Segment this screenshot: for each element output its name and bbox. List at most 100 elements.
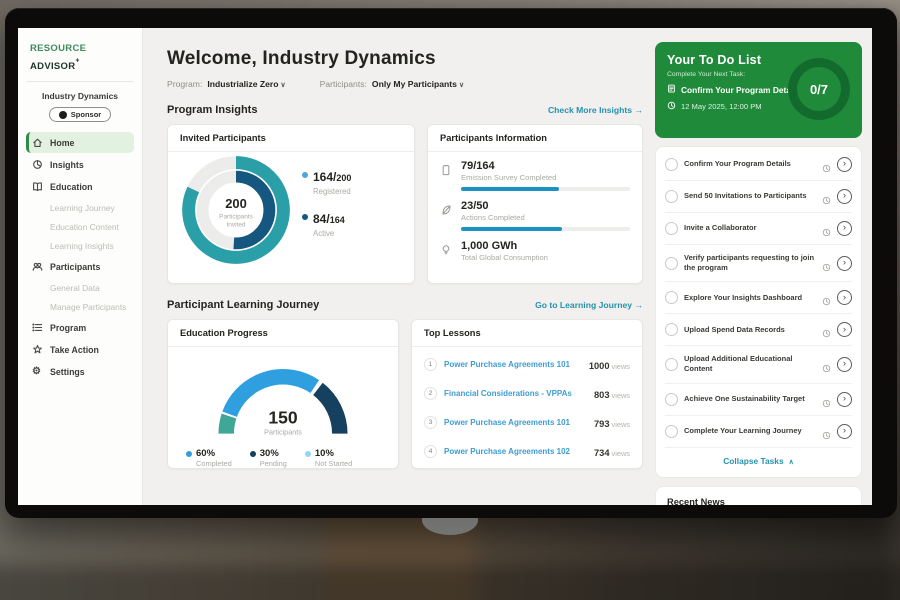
- task-row-upload-spend-data[interactable]: Upload Spend Data Records: [665, 314, 852, 346]
- lesson-link[interactable]: Power Purchase Agreements 101: [444, 360, 582, 369]
- sidebar-item-education[interactable]: Education: [26, 176, 134, 197]
- task-row-explore-insights[interactable]: Explore Your Insights Dashboard: [665, 282, 852, 314]
- svg-text:Invited: Invited: [226, 222, 245, 229]
- sidebar-item-insights[interactable]: Insights: [26, 154, 134, 175]
- completed-dot-icon: [186, 451, 192, 457]
- participants-information-card: Participants Information 79/164 Emission…: [427, 124, 643, 284]
- survey-clipboard-icon: [440, 160, 453, 191]
- top-lessons-title: Top Lessons: [412, 320, 642, 347]
- rank-badge: 2: [424, 387, 437, 400]
- task-row-achieve-sustainability-target[interactable]: Achieve One Sustainability Target: [665, 384, 852, 416]
- sidebar-item-label: Home: [50, 138, 74, 148]
- consumption-row: 1,000 GWh Total Global Consumption: [440, 240, 630, 262]
- actions-completed-row: 23/50 Actions Completed: [440, 200, 630, 231]
- program-dropdown[interactable]: Industrialize Zero: [207, 79, 285, 89]
- education-gauge-chart: 150 Participants: [198, 351, 368, 446]
- task-chevron-button[interactable]: [837, 189, 852, 204]
- legend-completed: 60% Completed: [186, 448, 232, 468]
- task-checkbox[interactable]: [665, 190, 678, 203]
- sidebar-item-label: Settings: [50, 367, 85, 377]
- main-content: Welcome, Industry Dynamics Program: Indu…: [143, 28, 655, 505]
- check-more-insights-link[interactable]: Check More Insights →: [548, 105, 643, 115]
- logo-text-resource: RESOURCE: [30, 43, 86, 54]
- page-title: Welcome, Industry Dynamics: [167, 48, 643, 70]
- task-checkbox[interactable]: [665, 323, 678, 336]
- lesson-link[interactable]: Financial Considerations - VPPAs: [444, 389, 587, 398]
- sidebar-item-learning-journey[interactable]: Learning Journey: [26, 198, 134, 217]
- todo-panel: Your To Do List Complete Your Next Task:…: [655, 28, 872, 505]
- take-action-icon: [32, 344, 43, 355]
- lesson-link[interactable]: Power Purchase Agreements 101: [444, 418, 587, 427]
- task-row-confirm-program[interactable]: Confirm Your Program Details: [665, 149, 852, 181]
- lesson-link[interactable]: Power Purchase Agreements 102: [444, 447, 587, 456]
- logo-plus: +: [75, 58, 79, 65]
- clock-icon: [822, 293, 831, 302]
- clock-icon: [822, 395, 831, 404]
- pending-dot-icon: [250, 451, 256, 457]
- task-row-upload-educational-content[interactable]: Upload Additional Educational Content: [665, 346, 852, 383]
- task-checkbox[interactable]: [665, 158, 678, 171]
- not-started-dot-icon: [305, 451, 311, 457]
- education-progress-title: Education Progress: [168, 320, 398, 347]
- sidebar-item-home[interactable]: Home: [26, 132, 134, 153]
- sidebar-item-take-action[interactable]: Take Action: [26, 339, 134, 360]
- sidebar-item-manage-participants[interactable]: Manage Participants: [26, 297, 134, 316]
- task-list: Confirm Your Program Details Send 50 Inv…: [655, 146, 862, 478]
- task-chevron-button[interactable]: [837, 392, 852, 407]
- participants-filter: Participants: Only My Participants: [320, 79, 464, 89]
- task-row-send-invitations[interactable]: Send 50 Invitations to Participants: [665, 181, 852, 213]
- participants-information-title: Participants Information: [428, 125, 642, 152]
- invited-donut-chart: 200 Participants Invited: [180, 154, 292, 266]
- education-progress-card: Education Progress 150 Participants: [167, 319, 399, 469]
- sidebar-item-settings[interactable]: Settings: [26, 361, 134, 382]
- task-chevron-button[interactable]: [837, 424, 852, 439]
- emission-progress-bar: [461, 187, 630, 191]
- settings-gear-icon: [32, 366, 43, 377]
- sidebar-item-general-data[interactable]: General Data: [26, 278, 134, 297]
- participants-dropdown[interactable]: Only My Participants: [372, 79, 464, 89]
- gauge-center-value: 150: [268, 407, 298, 427]
- task-chevron-button[interactable]: [837, 290, 852, 305]
- task-checkbox[interactable]: [665, 257, 678, 270]
- background-desk-shadow: [0, 565, 900, 600]
- task-chevron-button[interactable]: [837, 256, 852, 271]
- clock-icon: [822, 360, 831, 369]
- sidebar-item-label: Participants: [50, 262, 100, 272]
- legend-registered: 164/200 Registered: [302, 168, 351, 196]
- sidebar-item-label: Education: [50, 182, 93, 192]
- task-chevron-button[interactable]: [837, 157, 852, 172]
- donut-legend: 164/200 Registered 84/164 Active: [302, 168, 351, 252]
- task-checkbox[interactable]: [665, 393, 678, 406]
- sidebar-item-label: Take Action: [50, 345, 99, 355]
- task-checkbox[interactable]: [665, 358, 678, 371]
- go-to-learning-journey-link[interactable]: Go to Learning Journey →: [535, 300, 643, 310]
- sidebar-item-learning-insights[interactable]: Learning Insights: [26, 236, 134, 255]
- task-chevron-button[interactable]: [837, 221, 852, 236]
- svg-text:Participants: Participants: [219, 214, 253, 221]
- legend-pending: 30% Pending: [250, 448, 287, 468]
- sponsor-icon: [59, 111, 67, 119]
- filter-bar: Program: Industrialize Zero Participants…: [167, 79, 643, 89]
- task-chevron-button[interactable]: [837, 357, 852, 372]
- lesson-row: 4 Power Purchase Agreements 102 734views: [424, 437, 630, 466]
- task-row-invite-collaborator[interactable]: Invite a Collaborator: [665, 213, 852, 245]
- clock-icon: [822, 325, 831, 334]
- sidebar-item-education-content[interactable]: Education Content: [26, 217, 134, 236]
- task-checkbox[interactable]: [665, 291, 678, 304]
- invited-participants-card: Invited Participants 200 Participants In…: [167, 124, 415, 284]
- task-chevron-button[interactable]: [837, 322, 852, 337]
- todo-due-date: 12 May 2025, 12:00 PM: [681, 102, 762, 111]
- task-row-complete-learning-journey[interactable]: Complete Your Learning Journey: [665, 416, 852, 448]
- sidebar-item-program[interactable]: Program: [26, 317, 134, 338]
- monitor-bezel: RESOURCE ADVISOR+ Industry Dynamics Spon…: [5, 8, 897, 518]
- program-filter: Program: Industrialize Zero: [167, 79, 286, 89]
- task-checkbox[interactable]: [665, 222, 678, 235]
- active-dot-icon: [302, 214, 308, 220]
- sidebar-item-participants[interactable]: Participants: [26, 256, 134, 277]
- task-row-verify-participants[interactable]: Verify participants requesting to join t…: [665, 245, 852, 282]
- task-checkbox[interactable]: [665, 425, 678, 438]
- collapse-tasks-link[interactable]: Collapse Tasks: [665, 448, 852, 475]
- sidebar-item-label: Program: [50, 323, 86, 333]
- legend-active: 84/164 Active: [302, 210, 351, 238]
- actions-leaf-icon: [440, 200, 453, 231]
